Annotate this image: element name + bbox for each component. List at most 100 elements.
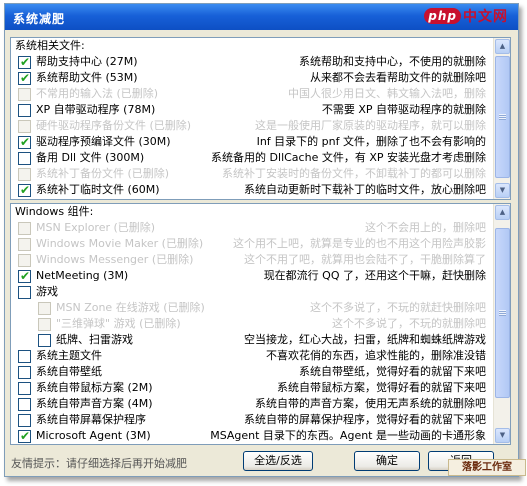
windows-components-list: Windows 组件: MSN Explorer (已删除) 这个不会用上的，删除… [11,204,492,444]
list-item[interactable]: ✔ Microsoft Agent (3M) MSAgent 目录下的东西。Agen… [11,428,492,444]
list-item[interactable]: 纸牌、扫雷游戏 空当接龙，红心大战，扫雷，纸牌和蜘蛛纸牌游戏 [11,332,492,348]
list-item[interactable]: ✔ 系统帮助文件 (53M) 从来都不会去看帮助文件的就删除吧 [11,70,492,86]
check-mark-icon: ✔ [20,55,31,69]
item-name: 纸牌、扫雷游戏 [56,333,133,346]
group-header-windows-components: Windows 组件: [15,205,94,218]
system-files-panel: 系统相关文件: ✔ 帮助支持中心 (27M) 系统帮助和支持中心，不使用的就删除 ✔ 系… [10,37,511,200]
item-description: 不喜欢花俏的东西，追求性能的，删除准没错 [266,349,486,362]
checkbox[interactable] [18,104,31,117]
list-item[interactable]: 系统自带声音方案 (4M) 系统自带的声音方案，使用无声系统的就删除吧 [11,396,492,412]
checkbox[interactable]: ✔ [18,55,31,69]
scroll-down-icon[interactable]: ▼ [495,183,510,198]
item-name: 系统自带屏幕保护程序 [36,413,146,426]
list-item: Windows Movie Maker (已删除) 这个用不上吧，就算是专业的也不… [11,236,492,252]
item-name: 驱动程序预编译文件 (30M) [36,135,171,148]
checkbox[interactable] [38,334,51,347]
scroll-down-icon[interactable]: ▼ [495,428,510,443]
window-title: 系统减肥 [13,12,66,26]
checkbox[interactable]: ✔ [18,71,31,85]
system-slim-dialog: 系统减肥 php 中文网 系统相关文件: ✔ 帮助支持中心 (27M) 系统帮助和支… [4,3,519,477]
checkbox [18,88,31,101]
item-name: 系统自带壁纸 [36,365,102,378]
list-item: MSN Explorer (已删除) 这个不会用上的，删除吧 [11,220,492,236]
list-item: "三维弹球" 游戏 (已删除) 这个不多说了，不玩的就删除吧 [11,316,492,332]
list-item[interactable]: 系统主题文件 不喜欢花俏的东西，追求性能的，删除准没错 [11,348,492,364]
scrollbar-top[interactable]: ▲ ▼ [493,38,510,199]
list-item: 系统补丁备份文件 (已删除) 系统补丁安装时的备份文件，不卸载补丁的都可以删除 [11,166,492,182]
item-name: 不常用的输入法 (已删除) [36,87,159,100]
item-name: 备用 Dll 文件 (300M) [36,151,145,164]
item-name: 游戏 [36,285,58,298]
item-name: 硬件驱动程序备份文件 (已删除) [36,119,192,132]
list-item: MSN Zone 在线游戏 (已删除) 这个不多说了，不玩的就赶快删除吧 [11,300,492,316]
checkbox[interactable] [18,414,31,427]
list-item[interactable]: ✔ 系统补丁临时文件 (60M) 系统自动更新时下载补丁的临时文件，放心删除吧 [11,182,492,198]
item-description: 不需要 XP 自带驱动程序的就删除 [321,103,486,116]
studio-watermark: 落影工作室 [448,459,526,476]
group-header-system-files: 系统相关文件: [15,39,85,52]
item-description: 这个不用了吧，就算用也会陆不了，干脆删除算了 [244,253,486,266]
list-item[interactable]: 系统自带屏幕保护程序 系统自带的屏幕保护程序，觉得好看的就留下来吧 [11,412,492,428]
list-item[interactable]: 系统自带鼠标方案 (2M) 系统自带鼠标方案，觉得好看的就留下来吧 [11,380,492,396]
list-item: 硬件驱动程序备份文件 (已删除) 这是一般使用厂家原装的驱动程序，就可以删除 [11,118,492,134]
checkbox[interactable] [18,350,31,363]
scroll-up-icon[interactable]: ▲ [495,39,510,54]
checkbox[interactable]: ✔ [18,429,31,443]
checkbox[interactable] [18,366,31,379]
item-name: "三维弹球" 游戏 (已删除) [56,317,181,330]
windows-components-panel: Windows 组件: MSN Explorer (已删除) 这个不会用上的，删除… [10,203,511,445]
item-description: 这个不会用上的，删除吧 [365,221,486,234]
item-name: NetMeeting (3M) [36,269,129,282]
item-description: MSAgent 目录下的东西。Agent 是一些动画的卡通形象 [210,429,486,442]
scrollbar-thumb-top[interactable] [495,56,510,178]
item-description: 从来都不会去看帮助文件的就删除吧 [310,71,486,84]
list-item[interactable]: 备用 Dll 文件 (300M) 系统备用的 DllCache 文件，有 XP 安… [11,150,492,166]
checkbox[interactable] [18,152,31,165]
list-item[interactable]: XP 自带驱动程序 (78M) 不需要 XP 自带驱动程序的就删除 [11,102,492,118]
checkbox[interactable] [18,286,31,299]
checkbox [18,120,31,133]
select-all-button[interactable]: 全选/反选 [243,451,313,471]
title-bar[interactable]: 系统减肥 php 中文网 [5,4,518,30]
list-item[interactable]: 系统自带壁纸 系统自带壁纸，觉得好看的就留下来吧 [11,364,492,380]
item-description: 系统补丁安装时的备份文件，不卸载补丁的都可以删除 [222,167,486,180]
list-item[interactable]: ✔ NetMeeting (3M) 现在都流行 QQ 了，还用这个干嘛，赶快删除 [11,268,492,284]
scrollbar-bottom[interactable]: ▲ ▼ [493,204,510,444]
checkbox [18,238,31,251]
list-item[interactable]: ✔ 驱动程序预编译文件 (30M) Inf 目录下的 pnf 文件，删除了也不会有影… [11,134,492,150]
item-name: 系统主题文件 [36,349,102,362]
ok-button[interactable]: 确定 [354,451,420,471]
item-description: 这是一般使用厂家原装的驱动程序，就可以删除 [255,119,486,132]
checkbox[interactable]: ✔ [18,183,31,197]
check-mark-icon: ✔ [20,183,31,197]
php-cn-watermark: php 中文网 [424,6,508,26]
item-name: 系统补丁备份文件 (已删除) [36,167,170,180]
item-description: 现在都流行 QQ 了，还用这个干嘛，赶快删除 [263,269,486,282]
item-description: 系统备用的 DllCache 文件，有 XP 安装光盘才考虑删除 [211,151,486,164]
item-description: 空当接龙，红心大战，扫雷，纸牌和蜘蛛纸牌游戏 [244,333,486,346]
item-name: Windows Movie Maker (已删除) [36,237,204,250]
list-item[interactable]: 游戏 [11,284,492,300]
item-description: 这个用不上吧，就算是专业的也不用这个用险声胶影 [233,237,486,250]
check-mark-icon: ✔ [20,135,31,149]
checkbox [18,168,31,181]
scrollbar-thumb-bottom[interactable] [495,228,510,398]
item-name: MSN Zone 在线游戏 (已删除) [56,301,205,314]
item-description: 这个不多说了，不玩的就删除吧 [332,317,486,330]
scroll-up-icon[interactable]: ▲ [495,205,510,220]
checkbox[interactable]: ✔ [18,135,31,149]
item-name: Microsoft Agent (3M) [36,429,151,442]
checkbox[interactable]: ✔ [18,269,31,283]
friendly-tip: 友情提示：请仔细选择后再开始减肥 [11,457,187,470]
system-files-list: 系统相关文件: ✔ 帮助支持中心 (27M) 系统帮助和支持中心，不使用的就删除 ✔ 系… [11,38,492,199]
item-name: MSN Explorer (已删除) [36,221,156,234]
item-name: 系统帮助文件 (53M) [36,71,138,84]
checkbox [38,318,51,331]
list-item: 不常用的输入法 (已删除) 中国人很少用日文、韩文输入法吧，删除 [11,86,492,102]
checkbox[interactable] [18,398,31,411]
item-name: 系统自带鼠标方案 (2M) [36,381,153,394]
item-description: Inf 目录下的 pnf 文件，删除了也不会有影响的 [256,135,486,148]
checkbox[interactable] [18,382,31,395]
checkbox [38,302,51,315]
list-item[interactable]: ✔ 帮助支持中心 (27M) 系统帮助和支持中心，不使用的就删除 [11,54,492,70]
